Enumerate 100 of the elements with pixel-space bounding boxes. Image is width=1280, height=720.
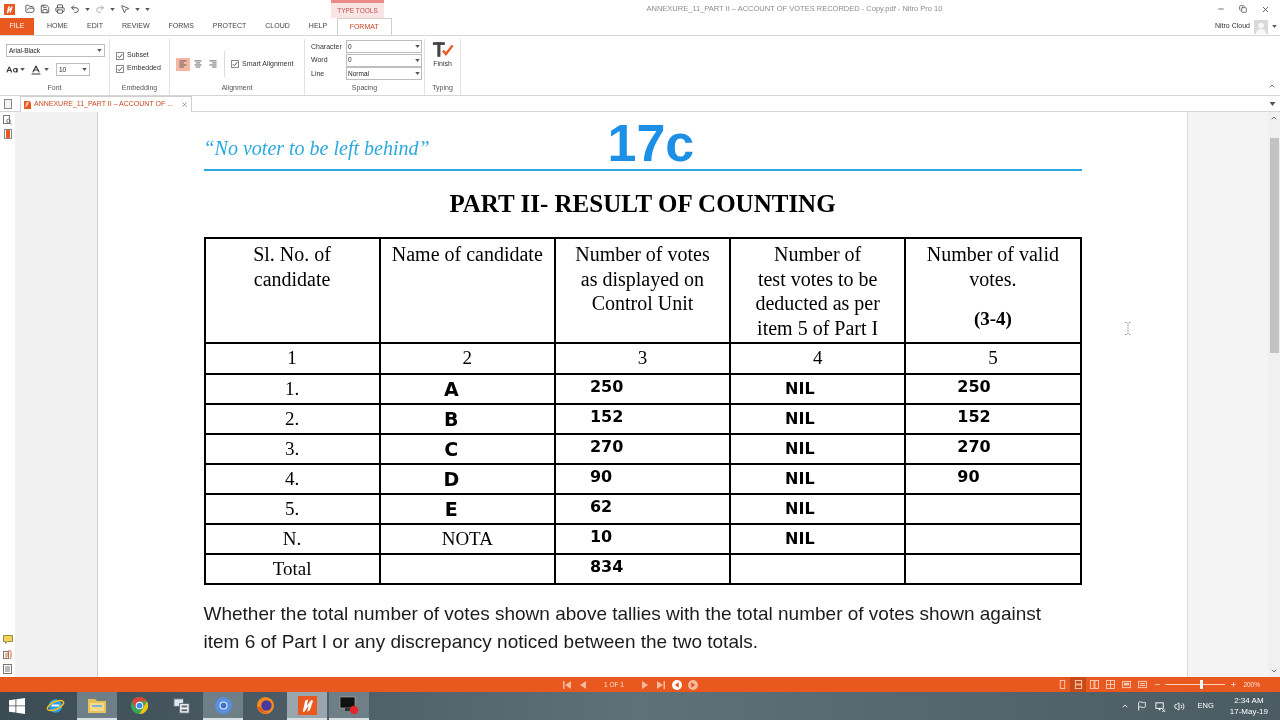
align-left-icon xyxy=(178,60,188,68)
font-color-icon[interactable] xyxy=(30,63,42,76)
column-note: (3-4) xyxy=(973,307,1012,329)
caret-icon xyxy=(82,68,87,71)
bookmark-icon[interactable] xyxy=(3,129,12,139)
table-cell: A xyxy=(379,373,555,404)
paperclip-icon[interactable] xyxy=(2,649,13,659)
minimize-icon[interactable] xyxy=(1217,5,1225,13)
speaker-icon[interactable] xyxy=(1174,700,1186,712)
taskbar-app-button[interactable] xyxy=(329,692,369,720)
align-center-icon xyxy=(193,60,203,68)
open-folder-icon[interactable] xyxy=(25,4,35,14)
windows-logo-icon xyxy=(9,698,25,714)
continuous-view-icon xyxy=(1073,680,1083,689)
table-cell: E xyxy=(379,493,555,524)
pdf-app-icon xyxy=(297,695,317,715)
section-heading: PART II- RESULT OF COUNTING xyxy=(449,189,836,219)
table-cell: 5. xyxy=(204,493,380,524)
table-cell: 62 xyxy=(554,493,731,524)
zoom-slider-thumb[interactable] xyxy=(1199,680,1203,689)
caret-icon xyxy=(1272,25,1277,28)
column-number: 3 xyxy=(554,343,731,374)
zoom-slider[interactable] xyxy=(1165,680,1226,689)
view-mode-button[interactable] xyxy=(1070,677,1087,692)
close-icon[interactable] xyxy=(1261,4,1270,14)
tagline: “No voter to be left behind” xyxy=(203,138,431,158)
close-tab-icon[interactable] xyxy=(181,101,188,108)
folder-icon xyxy=(87,696,107,714)
caret-icon xyxy=(97,49,102,52)
align-right-button[interactable] xyxy=(206,57,220,71)
scrollbar-thumb[interactable] xyxy=(1269,138,1279,353)
back-icon[interactable] xyxy=(671,679,682,690)
column-header: Name of candidate xyxy=(391,242,543,267)
network-icon[interactable] xyxy=(1155,700,1167,712)
table-cell: D xyxy=(379,463,555,494)
table-cell: NIL xyxy=(730,373,906,404)
column-number: 4 xyxy=(730,343,906,374)
app-logo-icon xyxy=(4,3,15,15)
clock-time[interactable]: 2:34 AM xyxy=(1234,695,1264,706)
table-cell: Total xyxy=(204,553,380,584)
caret-icon xyxy=(415,58,420,62)
table-cell: B xyxy=(379,403,555,434)
undo-icon[interactable] xyxy=(70,4,80,14)
table-cell: 4. xyxy=(204,463,380,494)
table-cell: NIL xyxy=(730,433,906,464)
text-check-icon xyxy=(431,41,454,58)
caret-icon xyxy=(110,7,115,11)
text-size-icon[interactable] xyxy=(6,63,18,76)
table-cell: C xyxy=(379,433,555,464)
table-cell: NOTA xyxy=(379,523,555,554)
select-tool-icon[interactable] xyxy=(120,4,130,14)
align-right-icon xyxy=(208,60,218,68)
column-number: 2 xyxy=(379,343,555,374)
column-header: Number of test votes to be deducted as per item 5 of Part I xyxy=(755,242,880,340)
browser-circle-icon xyxy=(213,695,233,715)
caret-icon xyxy=(85,7,90,11)
zoom-in-icon[interactable] xyxy=(1230,681,1238,688)
presentation-view-icon xyxy=(1137,680,1147,689)
flag-icon[interactable] xyxy=(1137,701,1148,711)
column-number: 5 xyxy=(905,343,1081,374)
table-cell: N. xyxy=(204,523,380,554)
print-icon[interactable] xyxy=(55,4,65,14)
page-search-icon[interactable] xyxy=(3,115,12,125)
table-cell: NIL xyxy=(730,523,906,554)
pdf-file-icon xyxy=(24,100,31,109)
zoom-out-icon[interactable] xyxy=(1154,681,1162,688)
page-icon[interactable] xyxy=(3,98,12,109)
scroll-up-icon[interactable] xyxy=(1270,114,1278,122)
caret-icon xyxy=(415,45,420,49)
table-cell: 152 xyxy=(554,403,731,434)
caret-icon xyxy=(415,72,420,76)
text-cursor-icon xyxy=(1124,322,1132,335)
align-left-button[interactable] xyxy=(176,57,190,71)
save-icon[interactable] xyxy=(40,4,50,14)
restore-icon[interactable] xyxy=(1239,5,1247,13)
form-code: 17c xyxy=(607,117,695,169)
paragraph: Whether the total number of votes shown above tallies with the total number of votes shown against item 6 of Part I or any discrepancy noticed between the two totals. xyxy=(203,601,1043,654)
clock-date[interactable]: 17-May-19 xyxy=(1229,706,1268,717)
table-cell: 10 xyxy=(554,523,731,554)
align-center-button[interactable] xyxy=(191,57,205,71)
monitor-record-icon xyxy=(339,695,359,715)
list-page-icon[interactable] xyxy=(3,664,12,674)
table-cell: NIL xyxy=(730,463,906,494)
collapse-ribbon-icon[interactable] xyxy=(1268,82,1276,90)
speech-bubble-icon[interactable] xyxy=(2,635,13,644)
table-cell: 270 xyxy=(905,433,1081,464)
single-view-icon xyxy=(1057,680,1067,689)
scroll-down-icon[interactable] xyxy=(1270,667,1278,675)
column-header: Number of votes as displayed on Control Unit xyxy=(575,242,710,316)
table-cell: 2. xyxy=(204,403,380,434)
scrollbar[interactable] xyxy=(1268,112,1280,677)
fox-globe-icon xyxy=(255,695,275,715)
computers-icon xyxy=(171,695,191,715)
table-cell: 152 xyxy=(905,403,1081,434)
redo-icon[interactable] xyxy=(95,4,105,14)
table-cell: 90 xyxy=(554,463,731,494)
tray-expand-icon[interactable] xyxy=(1121,702,1130,710)
caret-icon xyxy=(1269,101,1276,106)
column-header: Sl. No. of candidate xyxy=(253,242,331,291)
column-header: Number of valid votes. xyxy=(926,242,1059,291)
